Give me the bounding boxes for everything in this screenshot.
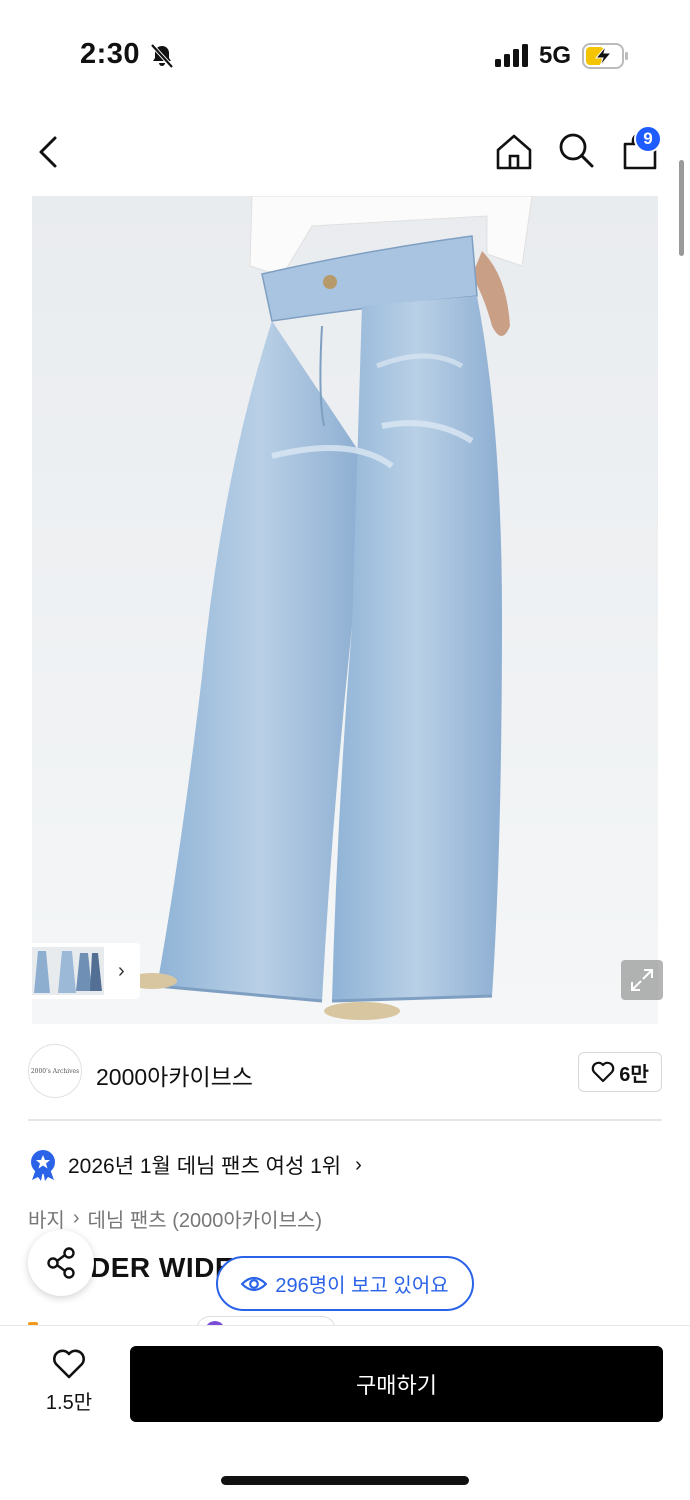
ranking-link[interactable]: 2026년 1월 데님 팬츠 여성 1위 › <box>28 1148 362 1182</box>
battery-charging-icon <box>582 43 628 69</box>
breadcrumb-item-category[interactable]: 바지 <box>28 1204 65 1233</box>
search-icon <box>559 133 594 168</box>
breadcrumb-item-subcategory[interactable]: 데님 팬츠 (2000아카이브스) <box>87 1204 322 1233</box>
expand-icon <box>631 969 653 991</box>
brand-name[interactable]: 2000아카이브스 <box>96 1058 253 1092</box>
brand-logo[interactable]: 2000's Archives <box>28 1044 82 1098</box>
network-label: 5G <box>539 42 572 69</box>
home-indicator[interactable] <box>221 1476 469 1485</box>
brand-row[interactable]: 2000's Archives 2000아카이브스 6만 <box>0 1024 690 1120</box>
buy-button[interactable]: 구매하기 <box>130 1346 663 1422</box>
search-button[interactable] <box>550 124 602 176</box>
product-main-image[interactable] <box>32 196 658 1024</box>
share-button[interactable] <box>28 1230 94 1296</box>
image-thumbnail-strip[interactable]: › <box>28 943 140 999</box>
wishlist-button[interactable]: 1.5만 <box>38 1348 100 1420</box>
ranking-badge-icon <box>31 1150 55 1181</box>
status-bar: 2:30 5G <box>0 0 690 100</box>
expand-image-button[interactable] <box>621 960 663 1000</box>
status-time: 2:30 <box>80 38 141 70</box>
home-button[interactable] <box>488 126 540 178</box>
cart-count-badge: 9 <box>634 125 662 153</box>
chevron-right-icon: › <box>355 1153 362 1176</box>
wishlist-count: 1.5만 <box>45 1392 93 1414</box>
viewers-count-pill: 296명이 보고 있어요 <box>216 1256 474 1311</box>
eye-icon <box>241 1276 268 1291</box>
back-button[interactable] <box>22 126 74 178</box>
top-nav-bar <box>0 118 690 188</box>
heart-icon <box>53 1349 85 1379</box>
home-icon <box>496 134 532 170</box>
brand-like-button[interactable]: 6만 <box>578 1052 662 1092</box>
ranking-text: 2026년 1월 데님 팬츠 여성 1위 <box>68 1155 342 1178</box>
breadcrumb: 바지 › 데님 팬츠 (2000아카이브스) <box>28 1204 322 1233</box>
brand-like-count: 6만 <box>619 1063 649 1086</box>
bell-slash-icon <box>150 43 174 69</box>
signal-bars-icon <box>495 44 528 67</box>
brand-logo-text: 2000's Archives <box>30 1067 80 1075</box>
thumbnail-image[interactable] <box>32 947 104 995</box>
heart-icon <box>591 1061 615 1083</box>
chevron-right-icon: › <box>118 959 125 982</box>
chevron-left-icon <box>39 136 57 168</box>
scroll-indicator[interactable] <box>679 160 684 256</box>
breadcrumb-separator: › <box>72 1207 80 1229</box>
divider <box>28 1119 662 1121</box>
viewers-text: 296명이 보고 있어요 <box>275 1275 449 1297</box>
product-title: DER WIDE <box>90 1252 234 1283</box>
share-icon <box>47 1247 75 1279</box>
bottom-purchase-bar: 1.5만 구매하기 <box>0 1325 690 1500</box>
jeans-photo <box>32 196 658 1024</box>
